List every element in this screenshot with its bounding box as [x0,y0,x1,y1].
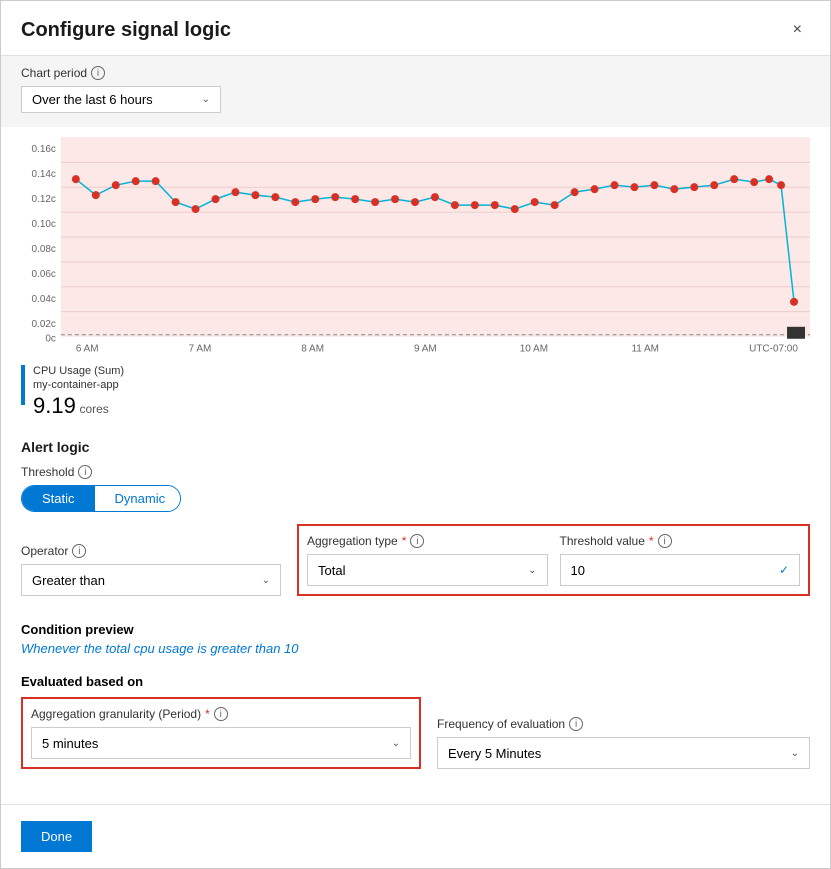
legend-color-bar [21,365,25,405]
operator-info-icon[interactable]: i [72,544,86,558]
threshold-toggle[interactable]: Static Dynamic [21,485,181,512]
operator-group: Operator i Greater than ⌄ [21,544,281,596]
legend-text: CPU Usage (Sum) my-container-app 9.19 co… [33,365,124,419]
chart-period-info-icon[interactable]: i [91,66,105,80]
svg-text:10 AM: 10 AM [520,344,548,355]
threshold-label: Threshold i [21,465,810,479]
done-button[interactable]: Done [21,821,92,852]
condition-preview-section: Condition preview Whenever the total cpu… [1,618,830,666]
svg-text:7 AM: 7 AM [189,344,212,355]
configure-signal-dialog: Configure signal logic × Chart period i … [0,0,831,869]
alert-logic-section: Alert logic Threshold i Static Dynamic O… [1,429,830,618]
svg-text:0.02c: 0.02c [32,319,56,330]
legend-metric-sub: my-container-app [33,379,124,391]
svg-text:0.14c: 0.14c [32,169,56,180]
svg-text:0c: 0c [45,334,56,345]
threshold-value-input[interactable]: 10 ✓ [560,554,801,586]
threshold-info-icon[interactable]: i [78,465,92,479]
dialog-title: Configure signal logic [21,19,231,42]
condition-preview-text: Whenever the total cpu usage is greater … [21,641,810,656]
dialog-footer: Done [1,804,830,868]
svg-text:0.16c: 0.16c [32,144,56,155]
agg-type-group: Aggregation type * i Total ⌄ [307,534,548,586]
alert-logic-title: Alert logic [21,439,810,455]
granularity-info-icon[interactable]: i [214,707,228,721]
operator-chevron-icon: ⌄ [262,575,270,586]
static-option[interactable]: Static [22,486,95,511]
chart-period-label: Chart period i [21,66,810,80]
dynamic-option[interactable]: Dynamic [95,486,181,511]
granularity-chevron-icon: ⌄ [392,738,400,749]
evaluated-row: Aggregation granularity (Period) * i 5 m… [21,697,810,769]
agg-type-dropdown[interactable]: Total ⌄ [307,554,548,586]
legend-value: 9.19 cores [33,393,124,419]
svg-text:UTC-07:00: UTC-07:00 [749,344,798,355]
svg-text:0.06c: 0.06c [32,269,56,280]
frequency-group: Frequency of evaluation i Every 5 Minute… [437,717,810,769]
legend-metric-name: CPU Usage (Sum) [33,365,124,377]
granularity-highlighted-group: Aggregation granularity (Period) * i 5 m… [21,697,421,769]
svg-text:11 AM: 11 AM [631,344,659,355]
operator-dropdown[interactable]: Greater than ⌄ [21,564,281,596]
chart-container: 0.16c 0.14c 0.12c 0.10c 0.08c 0.06c 0.04… [21,137,810,357]
condition-preview-label: Condition preview [21,622,810,637]
threshold-val-check-icon: ✓ [779,563,789,577]
agg-type-chevron-icon: ⌄ [528,565,536,576]
dialog-header: Configure signal logic × [1,1,830,56]
threshold-val-info-icon[interactable]: i [658,534,672,548]
chart-svg: 0.16c 0.14c 0.12c 0.10c 0.08c 0.06c 0.04… [21,137,810,357]
evaluated-section: Evaluated based on Aggregation granulari… [1,666,830,779]
chart-period-section: Chart period i Over the last 6 hours ⌄ [1,56,830,127]
highlighted-fields-group: Aggregation type * i Total ⌄ Threshold v… [297,524,810,596]
svg-text:8 AM: 8 AM [301,344,324,355]
chevron-down-icon: ⌄ [202,94,210,105]
agg-type-info-icon[interactable]: i [410,534,424,548]
frequency-chevron-icon: ⌄ [791,748,799,759]
svg-text:0.08c: 0.08c [32,244,56,255]
close-button[interactable]: × [785,17,810,43]
granularity-dropdown[interactable]: 5 minutes ⌄ [31,727,411,759]
frequency-dropdown[interactable]: Every 5 Minutes ⌄ [437,737,810,769]
svg-text:0.12c: 0.12c [32,194,56,205]
chart-area: 0.16c 0.14c 0.12c 0.10c 0.08c 0.06c 0.04… [1,127,830,357]
svg-text:0.04c: 0.04c [32,294,56,305]
svg-text:6 AM: 6 AM [76,344,99,355]
chart-legend: CPU Usage (Sum) my-container-app 9.19 co… [1,357,830,429]
threshold-value-group: Threshold value * i 10 ✓ [560,534,801,586]
chart-period-dropdown[interactable]: Over the last 6 hours ⌄ [21,86,221,113]
evaluated-label: Evaluated based on [21,674,810,689]
svg-text:9 AM: 9 AM [414,344,437,355]
svg-text:0.10c: 0.10c [32,219,56,230]
frequency-info-icon[interactable]: i [569,717,583,731]
alert-logic-form-row: Operator i Greater than ⌄ Aggregation ty… [21,524,810,596]
